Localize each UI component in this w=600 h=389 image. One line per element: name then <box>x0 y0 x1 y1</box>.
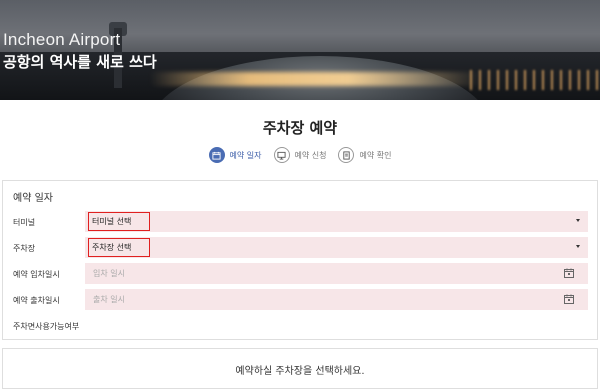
parking-select-notice: 예약하실 주차장을 선택하세요. <box>2 348 598 389</box>
document-icon <box>338 147 355 163</box>
calendar-icon <box>208 147 225 163</box>
exit-datetime-label: 예약 출차일시 <box>13 296 60 305</box>
page-title: 주차장 예약 <box>262 119 338 137</box>
terminal-select[interactable] <box>85 211 588 232</box>
calendar-icon[interactable] <box>564 268 574 278</box>
parking-select[interactable] <box>85 237 588 258</box>
step-indicator: 예약 일자 예약 신청 예약 확인 <box>0 147 600 163</box>
hero-banner: Incheon Airport 공항의 역사를 새로 쓰다 <box>0 0 600 100</box>
calendar-icon[interactable] <box>564 294 574 304</box>
availability-label: 주차면사용가능여부 <box>13 322 80 331</box>
entry-datetime-placeholder: 입차 일시 <box>93 269 125 278</box>
step-reservation-date[interactable]: 예약 일자 <box>208 147 262 163</box>
hero-title: Incheon Airport <box>3 30 121 49</box>
entry-datetime-input[interactable]: 입차 일시 <box>85 263 588 284</box>
terminal-lights <box>150 72 480 86</box>
exit-datetime-input[interactable]: 출차 일시 <box>85 289 588 310</box>
step-label: 예약 확인 <box>359 150 392 160</box>
step-reservation-confirm[interactable]: 예약 확인 <box>338 147 391 163</box>
entry-datetime-label: 예약 입차일시 <box>13 270 60 279</box>
step-label: 예약 신청 <box>294 150 327 160</box>
parking-label: 주차장 <box>13 244 36 253</box>
section-title: 예약 일자 <box>13 193 53 204</box>
exit-datetime-placeholder: 출차 일시 <box>93 295 125 304</box>
step-reservation-apply[interactable]: 예약 신청 <box>273 147 327 163</box>
parking-selected-value: 주차장 선택 <box>88 238 150 257</box>
chevron-down-icon <box>576 245 580 248</box>
step-label: 예약 일자 <box>229 150 262 160</box>
reservation-form: 예약 일자 터미널 터미널 선택 주차장 주차장 선택 예약 입차일시 입차 일… <box>2 180 598 340</box>
chevron-down-icon <box>576 219 580 222</box>
apron-lights <box>470 70 600 90</box>
monitor-icon <box>273 147 290 163</box>
terminal-selected-value: 터미널 선택 <box>88 212 150 231</box>
hero-subtitle: 공항의 역사를 새로 쓰다 <box>3 53 157 71</box>
terminal-label: 터미널 <box>13 218 36 227</box>
